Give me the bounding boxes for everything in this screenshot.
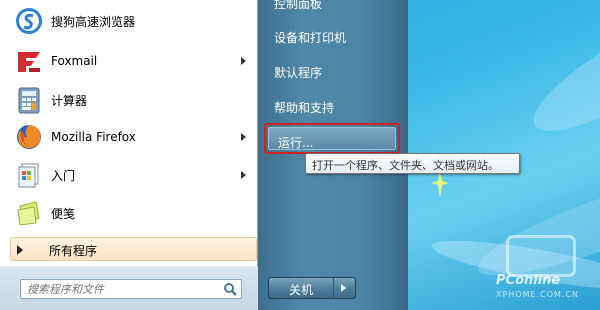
sticky-notes-icon [17,201,40,226]
shutdown-divider [333,278,334,298]
submenu-arrow-icon [241,57,246,65]
calculator-icon [18,87,40,114]
firefox-icon [17,125,41,149]
start-menu-programs-pane: 搜狗高速浏览器 Foxmail 计算器 Mozilla Firefox 入门 便… [0,0,258,310]
default-programs-link[interactable]: 默认程序 [274,64,322,81]
program-calculator[interactable]: 计算器 [0,82,258,118]
watermark-url: XPHOME.COM.CN [496,290,580,299]
program-label: Mozilla Firefox [51,130,136,144]
watermark-logo-icon [506,235,576,277]
watermark-brand: PConline [496,273,561,288]
program-label: Foxmail [51,54,98,68]
submenu-arrow-icon [241,171,246,179]
shutdown-options-arrow-icon[interactable] [341,284,346,292]
search-icon[interactable] [223,282,237,296]
control-panel-link[interactable]: 控制面板 [274,0,322,12]
program-foxmail[interactable]: Foxmail [0,43,258,79]
program-sticky-notes[interactable]: 便笺 [0,195,258,231]
program-label: 入门 [51,168,76,183]
watermark: PConline XPHOME.COM.CN [496,235,596,305]
program-firefox[interactable]: Mozilla Firefox [0,119,258,155]
program-getting-started[interactable]: 入门 [0,157,258,193]
expand-arrow-icon [17,245,23,255]
tooltip-text: 打开一个程序、文件夹、文档或网站。 [312,159,499,172]
program-label: 便笺 [51,206,76,221]
search-area [0,266,258,310]
shutdown-button[interactable]: 关机 [268,277,356,299]
help-support-link[interactable]: 帮助和支持 [274,99,334,116]
run-tooltip: 打开一个程序、文件夹、文档或网站。 [305,153,520,174]
program-label: 搜狗高速浏览器 [51,14,136,29]
run-item-hover: 运行... [268,127,396,150]
all-programs-label: 所有程序 [49,244,98,258]
program-sogou-browser[interactable]: 搜狗高速浏览器 [0,3,258,39]
program-label: 计算器 [51,93,88,108]
search-input[interactable] [27,281,217,297]
devices-printers-link[interactable]: 设备和打印机 [274,29,346,46]
desktop-light-streak [519,0,600,151]
run-item-highlight[interactable]: 运行... [264,123,400,154]
sogou-browser-icon [16,8,42,34]
submenu-arrow-icon [241,133,246,141]
foxmail-icon [18,52,40,72]
all-programs-button[interactable]: 所有程序 [10,237,257,261]
search-box [20,279,242,299]
run-label: 运行... [278,136,314,150]
getting-started-icon [18,163,39,188]
shutdown-label: 关机 [288,283,313,297]
